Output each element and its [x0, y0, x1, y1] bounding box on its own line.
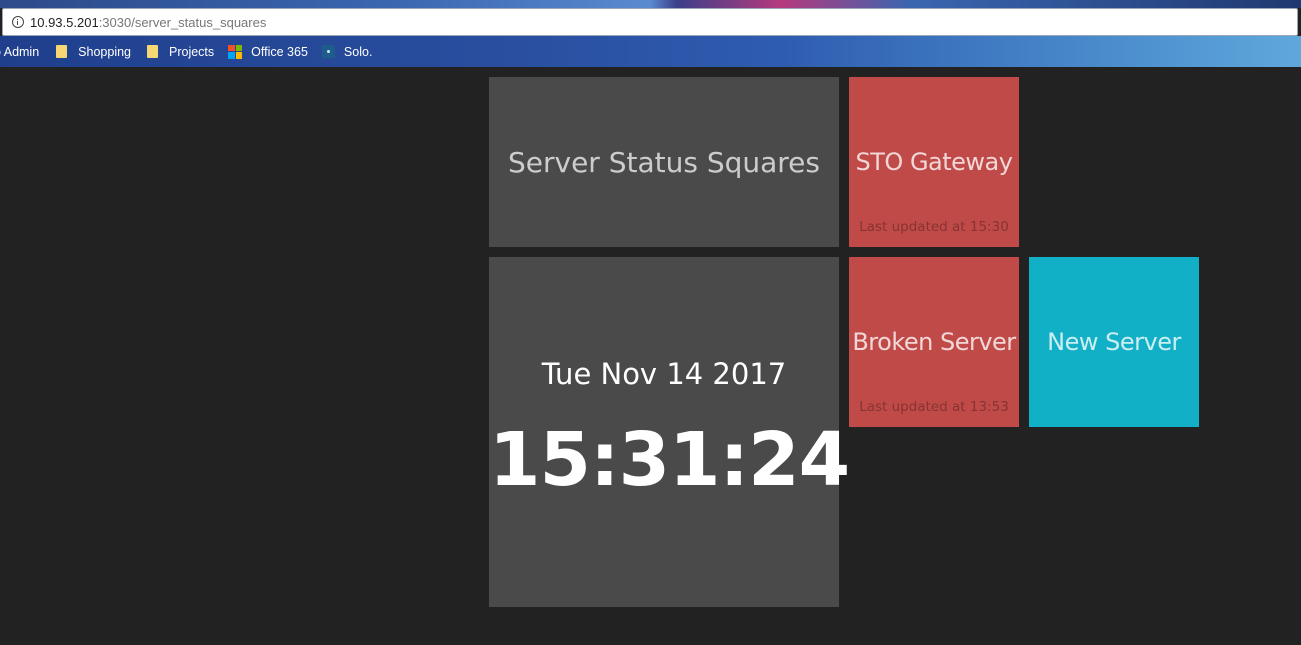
server-tile-new-server[interactable]: New Server	[1029, 257, 1199, 427]
server-tile-sto-gateway[interactable]: STO Gateway Last updated at 15:30	[849, 77, 1019, 247]
bookmark-label: o Admin	[0, 44, 40, 59]
url-host: 10.93.5.201	[30, 14, 99, 30]
server-name: New Server	[1047, 328, 1181, 356]
bookmark-office-365[interactable]: Office 365	[228, 44, 308, 59]
clock-tile: Tue Nov 14 2017 15:31:24	[489, 257, 850, 607]
bookmark-label: Projects	[169, 44, 215, 59]
dashboard-title-tile: Server Status Squares	[489, 77, 839, 247]
server-name: STO Gateway	[855, 148, 1013, 176]
server-last-updated: Last updated at 13:53	[859, 399, 1009, 415]
bookmark-label: Solo.	[343, 44, 373, 59]
clock-date: Tue Nov 14 2017	[541, 357, 787, 391]
server-last-updated: Last updated at 15:30	[859, 219, 1009, 235]
bookmark-projects[interactable]: Projects	[145, 45, 214, 59]
url-path: :3030/server_status_squares	[98, 14, 267, 30]
bookmark-label: Office 365	[251, 44, 308, 59]
bookmark-solo[interactable]: Solo.	[321, 44, 373, 59]
bookmark-admin[interactable]: o Admin	[0, 45, 39, 59]
info-icon[interactable]	[12, 16, 24, 28]
dashboard-title: Server Status Squares	[507, 145, 820, 179]
bookmarks-bar: o Admin Shopping Projects Office 365 Sol…	[0, 36, 1301, 67]
microsoft-icon	[228, 44, 243, 59]
bookmark-label: Shopping	[78, 44, 131, 59]
server-name: Broken Server	[852, 328, 1016, 356]
url-text[interactable]: 10.93.5.201:3030/server_status_squares	[30, 15, 266, 30]
server-tile-broken-server[interactable]: Broken Server Last updated at 13:53	[849, 257, 1019, 427]
address-bar[interactable]: 10.93.5.201:3030/server_status_squares	[2, 8, 1298, 36]
clock-time: 15:31:24	[489, 417, 850, 503]
folder-icon	[56, 45, 68, 58]
solo-icon	[321, 45, 335, 58]
bookmark-shopping[interactable]: Shopping	[54, 45, 131, 59]
browser-top-strip	[0, 0, 1301, 8]
folder-icon	[147, 45, 158, 58]
